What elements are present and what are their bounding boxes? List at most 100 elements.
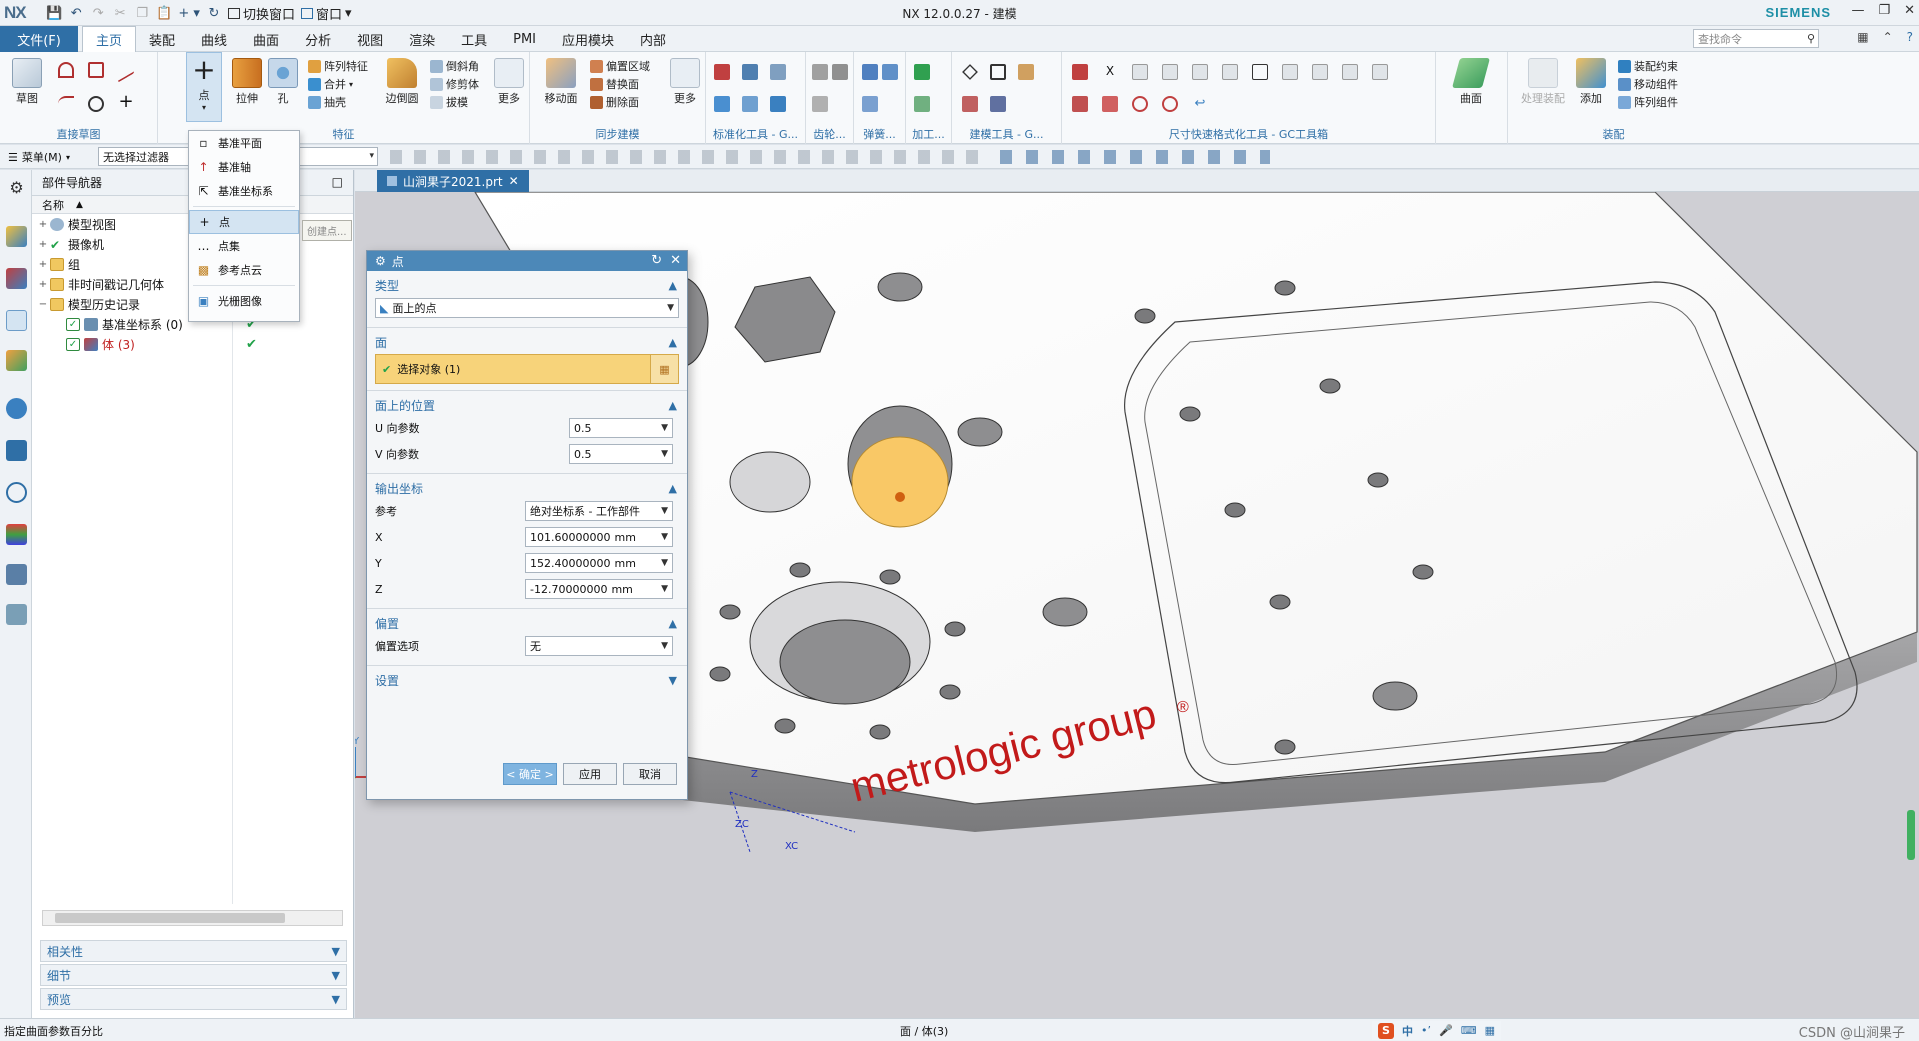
ok-button[interactable]: < 确定 >	[503, 763, 557, 785]
dimension-icon[interactable]	[1072, 96, 1088, 112]
checkbox-checked-icon[interactable]: ✓	[66, 337, 80, 351]
panel-details[interactable]: 细节 ▼	[40, 964, 347, 986]
role-icon[interactable]	[6, 564, 27, 585]
menu-item-point[interactable]: + 点	[189, 210, 299, 234]
history-icon[interactable]	[6, 440, 27, 461]
z-coordinate-input[interactable]: -12.70000000 mm ▼	[525, 579, 673, 599]
box-x-icon[interactable]	[1252, 64, 1268, 80]
gc-tool-icon[interactable]	[714, 96, 730, 112]
menu-item-datum-plane[interactable]: ▫ 基准平面	[189, 131, 299, 155]
type-select[interactable]: ◣ 面上的点 ▼	[375, 298, 679, 318]
gc-tool-icon[interactable]	[714, 64, 730, 80]
panel-preview[interactable]: 预览 ▼	[40, 988, 347, 1010]
view-toolbar[interactable]	[1000, 150, 1270, 164]
circle-icon[interactable]	[88, 96, 104, 112]
menu-item-point-cloud[interactable]: ▩ 参考点云	[189, 258, 299, 282]
modeling-tool-icon[interactable]	[990, 96, 1006, 112]
dimension-icon[interactable]	[1342, 64, 1358, 80]
line-icon[interactable]	[118, 57, 134, 83]
small-hole[interactable]	[1372, 681, 1418, 711]
settings-gear-icon[interactable]: ⚙	[6, 178, 27, 199]
add-component-button[interactable]: 添加	[1572, 58, 1610, 106]
tab-home[interactable]: 主页	[82, 26, 137, 52]
tab-internal[interactable]: 内部	[627, 26, 679, 52]
move-component-button[interactable]: 移动组件	[1618, 76, 1678, 92]
reference-select[interactable]: 绝对坐标系 - 工作部件 ▼	[525, 501, 673, 521]
tab-tools[interactable]: 工具	[448, 26, 500, 52]
dimension-icon[interactable]	[1192, 64, 1208, 80]
maximize-icon[interactable]: □	[332, 175, 343, 189]
command-search-input[interactable]: 查找命令 ⚲	[1693, 29, 1819, 48]
ime-toolbar[interactable]: S 中 •’ 🎤 ⌨ ▦	[1372, 1021, 1501, 1040]
clock-icon[interactable]	[6, 482, 27, 503]
section-header-settings[interactable]: 设置 ▼	[375, 670, 679, 690]
x-coordinate-input[interactable]: 101.60000000 mm ▼	[525, 527, 673, 547]
tab-application[interactable]: 应用模块	[549, 26, 627, 52]
point-button[interactable]: + 点 ▾	[186, 52, 222, 122]
gc-tool-icon[interactable]	[770, 64, 786, 80]
undo-dimension-icon[interactable]: ↩	[1192, 96, 1208, 112]
offset-region-button[interactable]: 偏置区域	[590, 58, 650, 74]
no-symbol-icon[interactable]	[1132, 96, 1148, 112]
tab-pmi[interactable]: PMI	[500, 26, 549, 52]
offset-option-select[interactable]: 无 ▼	[525, 636, 673, 656]
gc-tool-icon[interactable]	[742, 96, 758, 112]
sync-more-button[interactable]: 更多	[666, 58, 704, 106]
apply-button[interactable]: 应用	[563, 763, 617, 785]
dimension-icon[interactable]	[1312, 64, 1328, 80]
dimension-icon[interactable]	[1102, 96, 1118, 112]
tree-row-body[interactable]: ✓ 体 (3) ✔	[32, 334, 353, 354]
help-icon[interactable]: ?	[1907, 30, 1913, 44]
process-assembly-button[interactable]: 处理装配	[1518, 58, 1568, 106]
face-select-icon[interactable]: ▦	[650, 355, 678, 383]
dimension-icon[interactable]	[1072, 64, 1088, 80]
section-header-face[interactable]: 面 ▲	[375, 332, 679, 352]
close-icon[interactable]: ✕	[1904, 3, 1915, 18]
counterbore-inner[interactable]	[779, 619, 911, 705]
file-menu-button[interactable]: 文件(F)	[0, 26, 78, 52]
hole-button[interactable]: 孔	[264, 58, 302, 106]
part-navigator-icon[interactable]	[6, 310, 27, 331]
u-parameter-input[interactable]: 0.5 ▼	[569, 418, 673, 438]
selected-face[interactable]	[851, 436, 949, 528]
section-header-position[interactable]: 面上的位置 ▲	[375, 395, 679, 415]
tab-assembly[interactable]: 装配	[136, 26, 188, 52]
scrollbar-thumb[interactable]	[55, 913, 285, 923]
checkbox-checked-icon[interactable]: ✓	[66, 317, 80, 331]
feature-more-button[interactable]: 更多	[490, 58, 528, 106]
no-symbol-icon[interactable]	[1162, 96, 1178, 112]
panel-dependencies[interactable]: 相关性 ▼	[40, 940, 347, 962]
collapse-ribbon-icon[interactable]: ⌃	[1883, 30, 1893, 44]
horizontal-scrollbar[interactable]	[42, 910, 343, 926]
move-face-button[interactable]: 移动面	[538, 58, 584, 106]
reuse-library-icon[interactable]	[6, 350, 27, 371]
dimension-icon[interactable]	[1372, 64, 1388, 80]
profile-icon[interactable]	[58, 62, 74, 78]
modeling-tool-icon[interactable]	[962, 96, 978, 112]
dimension-icon[interactable]	[1282, 64, 1298, 80]
document-tab[interactable]: 山涧果子2021.prt ✕	[377, 170, 529, 192]
replace-face-button[interactable]: 替换面	[590, 76, 639, 92]
menu-button[interactable]: ☰ 菜单(M) ▾	[8, 149, 70, 165]
gear-icon[interactable]	[832, 64, 848, 80]
edge-blend-button[interactable]: 边倒圆	[380, 58, 424, 106]
machining-icon[interactable]	[914, 96, 930, 112]
tab-surface[interactable]: 曲面	[240, 26, 292, 52]
surface-button[interactable]: 曲面	[1451, 58, 1491, 106]
palette-icon[interactable]	[6, 524, 27, 545]
small-hole[interactable]	[877, 272, 923, 302]
section-header-type[interactable]: 类型 ▲	[375, 275, 679, 295]
shell-button[interactable]: 抽壳	[308, 94, 346, 110]
tab-view[interactable]: 视图	[344, 26, 396, 52]
spring-icon[interactable]	[862, 96, 878, 112]
tab-analysis[interactable]: 分析	[292, 26, 344, 52]
reset-icon[interactable]: ↻	[651, 253, 662, 268]
unite-button[interactable]: 合并 ▾	[308, 76, 353, 92]
small-hole[interactable]	[957, 417, 1003, 447]
triangle-icon[interactable]	[962, 64, 978, 80]
dimension-icon[interactable]	[1222, 64, 1238, 80]
web-browser-icon[interactable]	[6, 398, 27, 419]
menu-item-datum-csys[interactable]: ⇱ 基准坐标系	[189, 179, 299, 203]
close-icon[interactable]: ✕	[670, 253, 681, 268]
gc-tool-icon[interactable]	[770, 96, 786, 112]
